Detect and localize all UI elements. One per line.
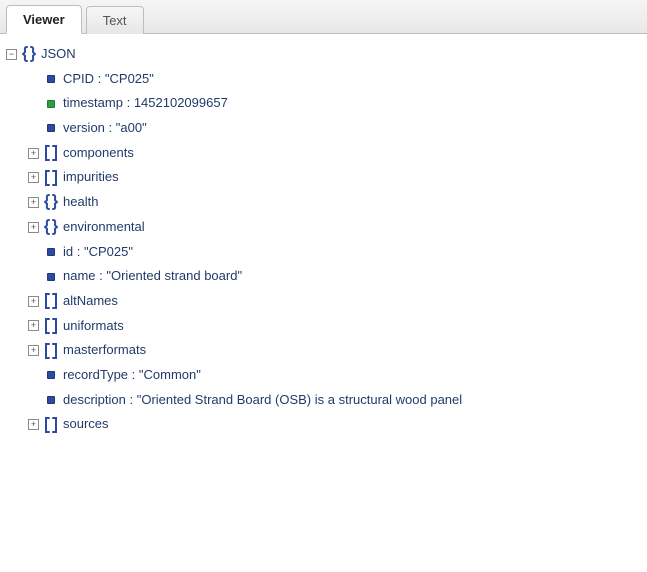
json-tree: − JSON CPID : "CP025"timestamp : 1452102…: [0, 34, 647, 445]
tree-node-label: version : "a00": [63, 116, 147, 141]
tree-node-label: altNames: [63, 289, 118, 314]
expand-icon[interactable]: +: [28, 148, 39, 159]
array-icon: [43, 343, 59, 359]
tree-node-description[interactable]: description : "Oriented Strand Board (OS…: [6, 388, 639, 413]
array-icon: [43, 293, 59, 309]
tree-node-environmental[interactable]: + environmental: [6, 215, 639, 240]
tree-node-impurities[interactable]: + impurities: [6, 165, 639, 190]
tree-node-sources[interactable]: + sources: [6, 412, 639, 437]
tree-node-altNames[interactable]: + altNames: [6, 289, 639, 314]
expand-icon[interactable]: +: [28, 296, 39, 307]
string-bullet-icon: [43, 71, 59, 87]
expand-icon[interactable]: +: [28, 222, 39, 233]
string-bullet-icon: [43, 392, 59, 408]
tree-node-label: health: [63, 190, 98, 215]
number-bullet-icon: [43, 96, 59, 112]
toggle-spacer: [28, 123, 39, 134]
toggle-spacer: [28, 98, 39, 109]
expand-icon[interactable]: +: [28, 172, 39, 183]
string-bullet-icon: [43, 244, 59, 260]
tree-node-name[interactable]: name : "Oriented strand board": [6, 264, 639, 289]
tree-node-masterformats[interactable]: + masterformats: [6, 338, 639, 363]
toggle-spacer: [28, 370, 39, 381]
array-icon: [43, 145, 59, 161]
array-icon: [43, 417, 59, 433]
toggle-spacer: [28, 394, 39, 405]
tree-node-label: timestamp : 1452102099657: [63, 91, 228, 116]
array-icon: [43, 318, 59, 334]
tree-node-label: components: [63, 141, 134, 166]
tree-node-recordType[interactable]: recordType : "Common": [6, 363, 639, 388]
tree-node-id[interactable]: id : "CP025": [6, 240, 639, 265]
tree-node-timestamp[interactable]: timestamp : 1452102099657: [6, 91, 639, 116]
expand-icon[interactable]: +: [28, 320, 39, 331]
tree-node-label: name : "Oriented strand board": [63, 264, 242, 289]
tab-viewer[interactable]: Viewer: [6, 5, 82, 34]
tree-node-health[interactable]: + health: [6, 190, 639, 215]
tree-root[interactable]: − JSON: [6, 42, 639, 67]
expand-icon[interactable]: +: [28, 419, 39, 430]
tree-node-label: description : "Oriented Strand Board (OS…: [63, 388, 462, 413]
tree-node-label: recordType : "Common": [63, 363, 201, 388]
tree-node-label: impurities: [63, 165, 119, 190]
toggle-spacer: [28, 246, 39, 257]
tree-node-CPID[interactable]: CPID : "CP025": [6, 67, 639, 92]
object-icon: [21, 46, 37, 62]
tree-node-uniformats[interactable]: + uniformats: [6, 314, 639, 339]
toggle-spacer: [28, 74, 39, 85]
tree-node-label: masterformats: [63, 338, 146, 363]
expand-icon[interactable]: +: [28, 345, 39, 356]
expand-icon[interactable]: +: [28, 197, 39, 208]
object-icon: [43, 219, 59, 235]
tab-bar: Viewer Text: [0, 0, 647, 34]
string-bullet-icon: [43, 269, 59, 285]
toggle-spacer: [28, 271, 39, 282]
tree-node-components[interactable]: + components: [6, 141, 639, 166]
tree-node-label: id : "CP025": [63, 240, 133, 265]
tree-node-version[interactable]: version : "a00": [6, 116, 639, 141]
array-icon: [43, 170, 59, 186]
tree-node-label: sources: [63, 412, 109, 437]
tree-root-label: JSON: [41, 42, 76, 67]
tab-text[interactable]: Text: [86, 6, 144, 34]
tree-node-label: uniformats: [63, 314, 124, 339]
object-icon: [43, 194, 59, 210]
string-bullet-icon: [43, 367, 59, 383]
tree-node-label: CPID : "CP025": [63, 67, 154, 92]
string-bullet-icon: [43, 120, 59, 136]
tree-node-label: environmental: [63, 215, 145, 240]
collapse-icon[interactable]: −: [6, 49, 17, 60]
